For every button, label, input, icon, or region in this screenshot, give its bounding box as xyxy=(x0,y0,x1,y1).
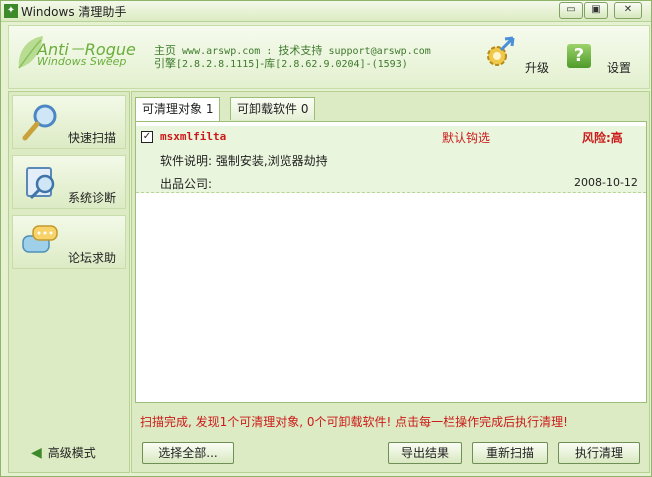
header-banner: Anti－Rogue Windows Sweep 主页 www.arswp.co… xyxy=(8,25,650,89)
engine-version: [2.8.2.8.1115] xyxy=(176,59,261,70)
window-title: Windows 清理助手 xyxy=(21,5,127,19)
minimize-button[interactable]: ▭ xyxy=(559,2,583,19)
item-name: msxmlfilta xyxy=(160,130,227,143)
tab-uninstallable[interactable]: 可卸载软件 0 xyxy=(230,97,316,120)
engine-label: 引擎 xyxy=(154,57,176,70)
item-default-state: 默认钩选 xyxy=(442,131,491,145)
export-results-button[interactable]: 导出结果 xyxy=(388,442,462,464)
diagnosis-icon xyxy=(26,167,55,200)
help-icon[interactable]: ? xyxy=(567,44,591,68)
back-arrow-icon: ◀ xyxy=(31,445,42,461)
upgrade-button[interactable]: 升级 xyxy=(525,59,549,76)
advanced-mode-link[interactable]: ◀ 高级模式 xyxy=(31,444,96,461)
app-window: ✦ Windows 清理助手 ▭ ▣ ✕ Anti－Rogue Windows … xyxy=(0,0,652,477)
sidebar-item-forum-help[interactable]: 论坛求助 xyxy=(12,215,126,269)
settings-button[interactable]: 设置 xyxy=(607,59,631,76)
db-version: [2.8.62.9.0204]-(1593) xyxy=(275,59,408,70)
main-content: 可清理对象 1 可卸载软件 0 ✓ msxmlfilta 默认钩选 风险:高 软… xyxy=(131,91,650,473)
select-all-button[interactable]: 选择全部... xyxy=(142,442,234,464)
chat-bubble-icon xyxy=(22,225,58,253)
version-line: 引擎[2.8.2.8.1115]-库[2.8.62.9.0204]-(1593) xyxy=(154,55,408,71)
sidebar: 快速扫描 系统诊断 论坛求助 ◀ 高级模式 xyxy=(8,91,130,473)
list-item[interactable]: ✓ msxmlfilta 默认钩选 风险:高 软件说明: 强制安装,浏览器劫持 … xyxy=(136,126,646,193)
results-list: ✓ msxmlfilta 默认钩选 风险:高 软件说明: 强制安装,浏览器劫持 … xyxy=(135,121,647,403)
item-date: 2008-10-12 xyxy=(574,176,638,189)
title-bar[interactable]: ✦ Windows 清理助手 ▭ ▣ ✕ xyxy=(1,1,651,22)
app-logo-icon: ✦ xyxy=(4,4,18,18)
tab-cleanable[interactable]: 可清理对象 1 xyxy=(135,97,221,122)
advanced-mode-label: 高级模式 xyxy=(47,446,96,460)
maximize-button[interactable]: ▣ xyxy=(584,2,608,19)
sidebar-item-label: 系统诊断 xyxy=(68,191,117,205)
execute-clean-button[interactable]: 执行清理 xyxy=(558,442,640,464)
item-description: 软件说明: 强制安装,浏览器劫持 xyxy=(160,154,328,168)
item-checkbox[interactable]: ✓ xyxy=(141,131,153,143)
logo-subtitle: Windows Sweep xyxy=(37,55,127,68)
item-risk-level: 风险:高 xyxy=(582,131,623,145)
upgrade-gear-icon[interactable] xyxy=(483,36,517,70)
status-message: 扫描完成, 发现1个可清理对象, 0个可卸载软件! 点击每一栏操作完成后执行清理… xyxy=(140,415,568,429)
rescan-button[interactable]: 重新扫描 xyxy=(472,442,548,464)
db-label: -库 xyxy=(260,57,276,70)
close-button[interactable]: ✕ xyxy=(614,2,642,19)
sidebar-item-label: 论坛求助 xyxy=(68,251,117,265)
sidebar-item-quick-scan[interactable]: 快速扫描 xyxy=(12,95,126,149)
sidebar-item-diagnosis[interactable]: 系统诊断 xyxy=(12,155,126,209)
item-company: 出品公司: xyxy=(160,177,213,191)
magnifier-icon xyxy=(22,104,57,141)
sidebar-item-label: 快速扫描 xyxy=(68,131,117,145)
